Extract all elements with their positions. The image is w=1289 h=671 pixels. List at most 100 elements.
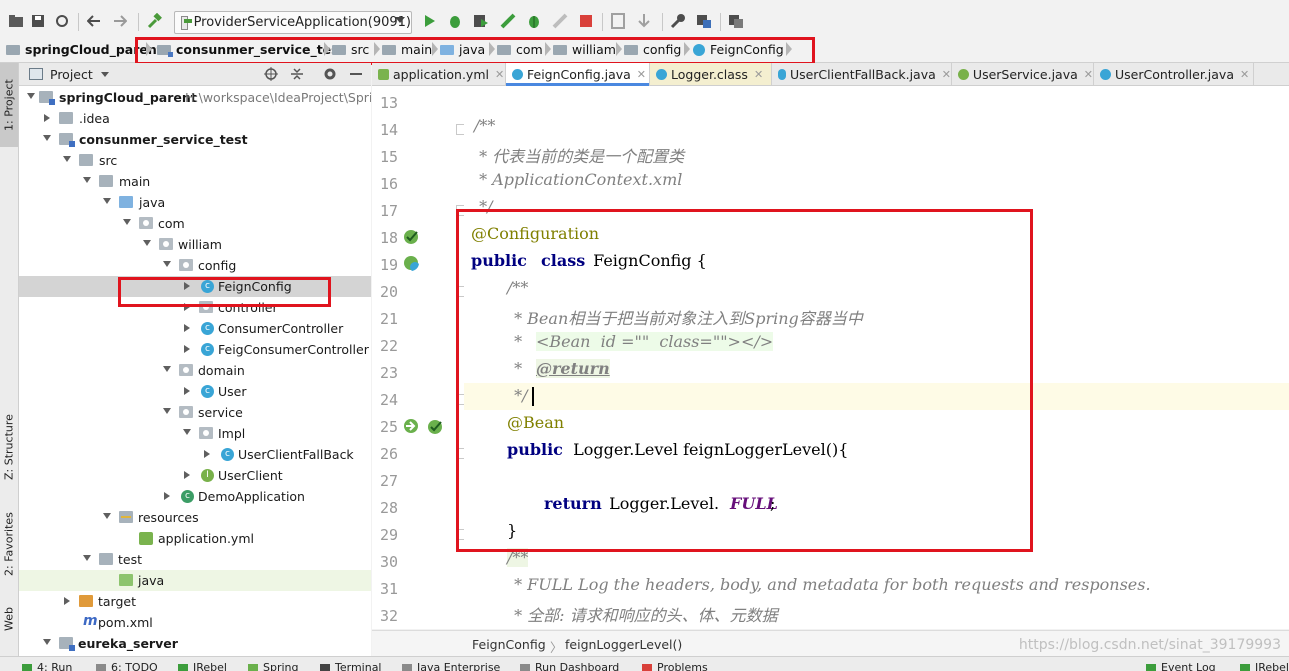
source-folder-icon	[440, 45, 454, 55]
tree-item-william[interactable]: william	[19, 234, 371, 255]
breadcrumb-item-consunmer_service_test[interactable]: consunmer_service_test	[157, 40, 345, 59]
navigate-arrow-icon[interactable]	[403, 418, 419, 434]
breadcrumb-item-src[interactable]: src	[332, 40, 369, 59]
left-tool-strip: 1: Project Z: Structure 2: Favorites Web	[0, 63, 19, 656]
save-icon[interactable]	[30, 13, 46, 29]
editor-crumb-class[interactable]: FeignConfig	[472, 637, 546, 652]
tree-item-java[interactable]: java	[19, 192, 371, 213]
project-panel-title[interactable]: Project	[50, 67, 93, 82]
jrebel-debug-icon[interactable]	[526, 13, 542, 29]
tree-item-test[interactable]: test	[19, 549, 371, 570]
tree-item-DemoApplication[interactable]: c DemoApplication	[19, 486, 371, 507]
tab-favorites[interactable]: 2: Favorites	[0, 499, 18, 589]
spring-bean-icon[interactable]	[403, 228, 419, 244]
chevron-down-icon[interactable]	[101, 72, 109, 77]
build-hammer-icon[interactable]	[146, 13, 162, 29]
project-structure-dialog-icon[interactable]	[696, 13, 712, 29]
tree-item-idea[interactable]: .idea	[19, 108, 371, 129]
breadcrumb-item-main[interactable]: main	[382, 40, 432, 59]
tab-UserClientFallBack-java[interactable]: UserClientFallBack.java✕	[772, 63, 952, 85]
tree-item-consunmer_service_test[interactable]: consunmer_service_test	[19, 129, 371, 150]
tab-web[interactable]: Web	[0, 599, 18, 639]
tab-UserService-java[interactable]: UserService.java✕	[952, 63, 1094, 85]
class-icon	[693, 44, 705, 56]
tree-item-Impl[interactable]: Impl	[19, 423, 371, 444]
vcs-update-icon[interactable]	[636, 13, 652, 29]
forward-arrow-icon[interactable]	[112, 13, 128, 29]
target-icon[interactable]	[264, 67, 278, 81]
tree-item-application-yml[interactable]: application.yml	[19, 528, 371, 549]
close-icon[interactable]: ✕	[1240, 68, 1249, 81]
breadcrumb-item-java[interactable]: java	[440, 40, 485, 59]
gear-icon[interactable]	[323, 67, 337, 81]
open-folder-icon[interactable]	[8, 13, 24, 29]
attach-icon[interactable]	[552, 13, 568, 29]
yml-file-icon	[139, 532, 153, 545]
line-number: 21	[372, 310, 398, 328]
tree-item-com[interactable]: com	[19, 213, 371, 234]
editor-breadcrumb: FeignConfig 〉 feignLoggerLevel() https:/…	[372, 630, 1289, 657]
tree-item-config[interactable]: config	[19, 255, 371, 276]
tab-Logger-class[interactable]: Logger.class✕	[650, 63, 772, 85]
back-arrow-icon[interactable]	[86, 13, 102, 29]
tree-item-springCloud_parent[interactable]: springCloud_parent H:\workspace\IdeaProj…	[19, 87, 371, 108]
sdk-icon[interactable]	[728, 13, 744, 29]
spring-bean-icon[interactable]	[427, 418, 443, 434]
stop-icon[interactable]	[578, 13, 594, 29]
tree-item-FeignConfig[interactable]: c FeignConfig	[19, 276, 371, 297]
close-icon[interactable]: ✕	[637, 68, 646, 81]
tab-project[interactable]: 1: Project	[0, 63, 18, 147]
tree-item-domain[interactable]: domain	[19, 360, 371, 381]
breadcrumb-item-FeignConfig[interactable]: FeignConfig	[693, 40, 784, 59]
tree-item-main[interactable]: main	[19, 171, 371, 192]
hide-panel-icon[interactable]	[349, 67, 363, 81]
tree-item-target[interactable]: target	[19, 591, 371, 612]
settings-wrench-icon[interactable]	[670, 13, 686, 29]
tab-UserController-java[interactable]: UserController.java✕	[1094, 63, 1254, 85]
folder-icon	[332, 45, 346, 55]
tree-item-UserClientFallBack[interactable]: c UserClientFallBack	[19, 444, 371, 465]
line-number: 30	[372, 553, 398, 571]
tree-item-controller[interactable]: controller	[19, 297, 371, 318]
breadcrumb-item-com[interactable]: com	[497, 40, 543, 59]
line-number: 27	[372, 472, 398, 490]
line-number: 28	[372, 499, 398, 517]
debug-bug-icon[interactable]	[447, 13, 463, 29]
code-editor[interactable]: /** * 代表当前的类是一个配置类 * ApplicationContext.…	[464, 86, 1289, 629]
interface-icon	[958, 69, 969, 80]
tree-item-test-java[interactable]: java	[19, 570, 371, 591]
class-icon: c	[221, 448, 234, 461]
tree-item-service[interactable]: service	[19, 402, 371, 423]
collapse-all-icon[interactable]	[290, 67, 304, 81]
close-icon[interactable]: ✕	[942, 68, 951, 81]
project-structure-icon[interactable]	[610, 13, 626, 29]
run-icon[interactable]	[422, 13, 438, 29]
main-toolbar: ProviderServiceApplication(9091)	[0, 5, 1289, 38]
run-configuration-select[interactable]: ProviderServiceApplication(9091)	[174, 11, 412, 34]
editor-crumb-method[interactable]: feignLoggerLevel()	[565, 637, 682, 652]
jrebel-run-icon[interactable]	[500, 13, 516, 29]
tree-item-User[interactable]: c User	[19, 381, 371, 402]
breadcrumb-item-config[interactable]: config	[624, 40, 681, 59]
tab-structure[interactable]: Z: Structure	[0, 405, 18, 489]
tree-item-pom-xml[interactable]: m pom.xml	[19, 612, 371, 633]
tab-application-yml[interactable]: application.yml✕	[372, 63, 506, 85]
tab-FeignConfig-java[interactable]: FeignConfig.java✕	[506, 63, 650, 85]
close-icon[interactable]: ✕	[495, 68, 504, 81]
breadcrumb-item-springCloud_parent[interactable]: springCloud_parent	[6, 40, 163, 59]
tree-item-ConsumerController[interactable]: c ConsumerController	[19, 318, 371, 339]
sync-icon[interactable]	[54, 13, 70, 29]
spring-config-icon[interactable]	[403, 255, 419, 271]
close-icon[interactable]: ✕	[1084, 68, 1093, 81]
tree-item-eureka_server[interactable]: eureka_server	[19, 633, 371, 654]
tree-item-src[interactable]: src	[19, 150, 371, 171]
breadcrumb-item-william[interactable]: william	[553, 40, 616, 59]
tree-item-UserClient[interactable]: I UserClient	[19, 465, 371, 486]
close-icon[interactable]: ✕	[754, 68, 763, 81]
tree-item-resources[interactable]: resources	[19, 507, 371, 528]
coverage-icon[interactable]	[473, 13, 489, 29]
class-icon: c	[201, 280, 214, 293]
package-icon	[553, 45, 567, 55]
code-line-22: * <Bean id ="" class=""></>	[464, 329, 1289, 356]
tree-item-FeigConsumerController[interactable]: c FeigConsumerController	[19, 339, 371, 360]
